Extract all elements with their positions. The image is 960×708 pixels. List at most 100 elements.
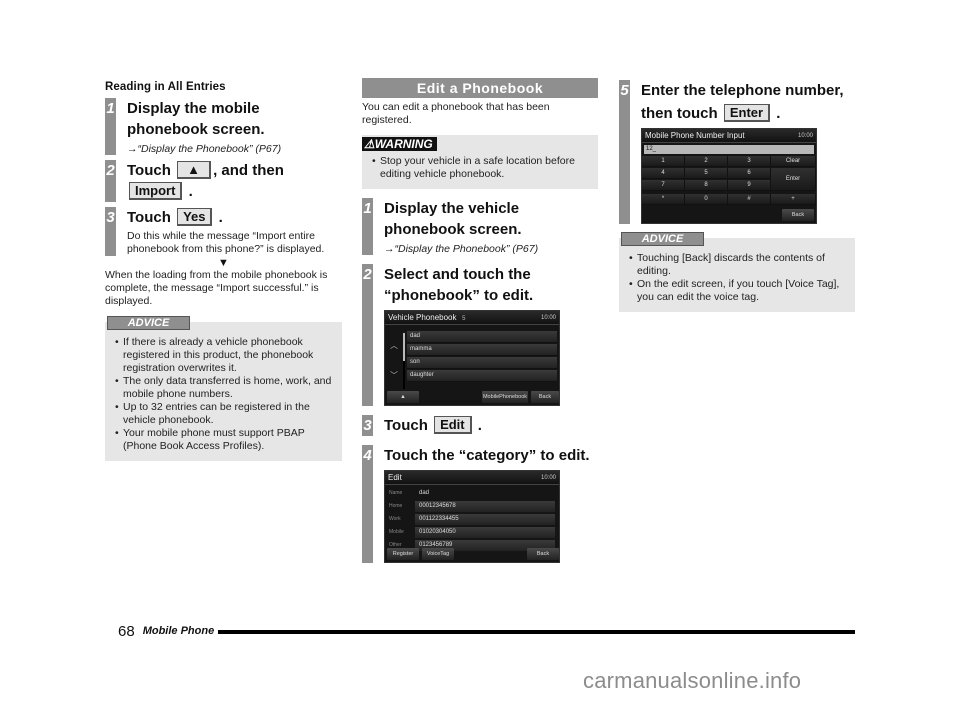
key-3[interactable]: 3	[728, 156, 771, 167]
edit-row-home[interactable]: Home 00012345678	[385, 500, 559, 512]
key-7[interactable]: 7	[642, 180, 685, 191]
plus-button[interactable]: +	[771, 194, 816, 205]
up-arrow-button[interactable]: ▲	[387, 391, 419, 403]
step-text: Touch	[127, 209, 171, 226]
advice-tag: ADVICE	[621, 232, 704, 246]
scroll-up-icon[interactable]: ︿	[387, 331, 401, 361]
key-2[interactable]: 2	[685, 156, 728, 167]
phonebook-entry[interactable]: mamma	[407, 344, 557, 356]
screen-footer: Register VoiceTag Back	[387, 548, 559, 560]
subheading: Reading in All Entries	[105, 81, 226, 93]
key-4[interactable]: 4	[642, 168, 685, 179]
scrollbar-thumb[interactable]	[403, 333, 405, 361]
key-8[interactable]: 8	[685, 180, 728, 191]
key-5[interactable]: 5	[685, 168, 728, 179]
key-star[interactable]: *	[642, 194, 685, 205]
number-input-field[interactable]: 12_	[644, 145, 814, 154]
scroll-down-icon[interactable]: ﹀	[387, 361, 401, 391]
back-button[interactable]: Back	[527, 548, 559, 560]
step-title: Display the vehicle phonebook screen.	[384, 200, 522, 238]
step-title-line2: then touch Enter .	[641, 103, 855, 124]
back-button[interactable]: Back	[782, 209, 814, 221]
step-title: Display the mobile phonebook screen.	[127, 100, 265, 138]
page-footer: 68 Mobile Phone	[118, 622, 855, 640]
phonebook-entry[interactable]: son	[407, 357, 557, 369]
field-value: dad	[419, 489, 430, 496]
step-5: 5 Enter the telephone number, then touch…	[619, 80, 855, 224]
enter-button[interactable]: Enter	[771, 168, 816, 191]
advice-item: The only data transferred is home, work,…	[115, 375, 336, 401]
advice-item: Touching [Back] discards the contents of…	[629, 252, 849, 278]
warning-tag: ⚠WARNING	[362, 137, 437, 151]
enter-button-label: Enter	[723, 104, 771, 122]
scroll-nav: ︿ ﹀	[387, 331, 401, 391]
field-value: 01020304050	[415, 526, 555, 538]
step-number: 3	[362, 415, 373, 436]
vehicle-phonebook-screenshot: Vehicle Phonebook 5 10:00 ︿ ﹀ dad mamma …	[384, 310, 560, 406]
edit-screenshot: Edit 10:00 Name dad Home 00012345678 Wor…	[384, 470, 560, 563]
screen-title: Edit	[388, 473, 402, 482]
voice-tag-button[interactable]: VoiceTag	[422, 548, 454, 560]
column-left: Reading in All Entries 1 Display the mob…	[105, 78, 342, 461]
key-hash[interactable]: #	[728, 194, 771, 205]
step-title-line1: Enter the telephone number,	[641, 82, 844, 99]
step-text: .	[218, 209, 223, 226]
advice-list: If there is already a vehicle phonebook …	[105, 336, 342, 453]
phonebook-entry[interactable]: daughter	[407, 370, 557, 382]
key-9[interactable]: 9	[728, 180, 771, 191]
back-button[interactable]: Back	[531, 391, 559, 403]
number-input-screenshot: Mobile Phone Number Input 10:00 12_ 1 2 …	[641, 128, 817, 224]
column-middle: Edit a Phonebook You can edit a phoneboo…	[362, 78, 598, 563]
advice-item: Up to 32 entries can be registered in th…	[115, 401, 336, 427]
entry-count: 5	[462, 316, 466, 322]
edit-row-work[interactable]: Work 001122334455	[385, 513, 559, 525]
scrollbar[interactable]	[403, 333, 405, 389]
key-0[interactable]: 0	[685, 194, 728, 205]
warning-box: ⚠WARNING Stop your vehicle in a safe loc…	[362, 135, 598, 189]
step-number: 3	[105, 207, 116, 256]
result-text: When the loading from the mobile phonebo…	[105, 269, 328, 307]
advice-box: ADVICE Touching [Back] discards the cont…	[619, 232, 855, 312]
screen-header: Mobile Phone Number Input 10:00	[642, 129, 816, 143]
screen-title: Mobile Phone Number Input	[645, 131, 745, 140]
step-1: 1 Display the mobile phonebook screen. →…	[105, 98, 342, 155]
step-number: 1	[362, 198, 373, 255]
step-text: Touch	[384, 417, 428, 434]
key-1[interactable]: 1	[642, 156, 685, 167]
screen-title: Vehicle Phonebook	[388, 313, 457, 322]
column-right: 5 Enter the telephone number, then touch…	[619, 78, 855, 312]
edit-rows: Name dad Home 00012345678 Work 001122334…	[385, 487, 559, 552]
down-arrow-icon: ▼	[218, 257, 229, 269]
key-6[interactable]: 6	[728, 168, 771, 179]
step-title: Touch Edit .	[384, 415, 598, 436]
step-1: 1 Display the vehicle phonebook screen. …	[362, 198, 598, 255]
step-title: Select and touch the “phonebook” to edit…	[384, 266, 534, 304]
advice-box: ADVICE If there is already a vehicle pho…	[105, 316, 342, 461]
mobile-phonebook-button[interactable]: MobilePhonebook	[482, 391, 528, 403]
register-button[interactable]: Register	[387, 548, 419, 560]
step-text: .	[776, 105, 781, 122]
step-4: 4 Touch the “category” to edit. Edit 10:…	[362, 445, 598, 563]
step-number: 5	[619, 80, 630, 224]
step-text: then touch	[641, 105, 718, 122]
step-3: 3 Touch Edit .	[362, 415, 598, 436]
page-number: 68	[118, 622, 135, 640]
page-reference-link[interactable]: →“Display the Phonebook” (P67)	[127, 143, 342, 155]
edit-row-name[interactable]: Name dad	[385, 487, 559, 499]
intro-text: You can edit a phonebook that has been r…	[362, 101, 550, 126]
clear-button[interactable]: Clear	[771, 156, 816, 167]
phonebook-entry[interactable]: dad	[407, 331, 557, 343]
step-number: 2	[362, 264, 373, 406]
screen-body: ︿ ﹀ dad mamma son daughter	[385, 331, 559, 391]
step-title: Touch the “category” to edit.	[384, 447, 590, 464]
up-arrow-button-label: ▲	[177, 161, 212, 179]
edit-row-mobile[interactable]: Mobile 01020304050	[385, 526, 559, 538]
step-title: Touch Yes .	[127, 207, 342, 228]
step-2: 2 Touch ▲, and then Import .	[105, 160, 342, 202]
advice-tag: ADVICE	[107, 316, 190, 330]
page-reference-link[interactable]: →“Display the Phonebook” (P67)	[384, 243, 598, 255]
step-text: .	[477, 417, 482, 434]
section-name: Mobile Phone	[142, 625, 215, 637]
screen-header: Edit 10:00	[385, 471, 559, 485]
field-label: Name	[389, 490, 403, 496]
